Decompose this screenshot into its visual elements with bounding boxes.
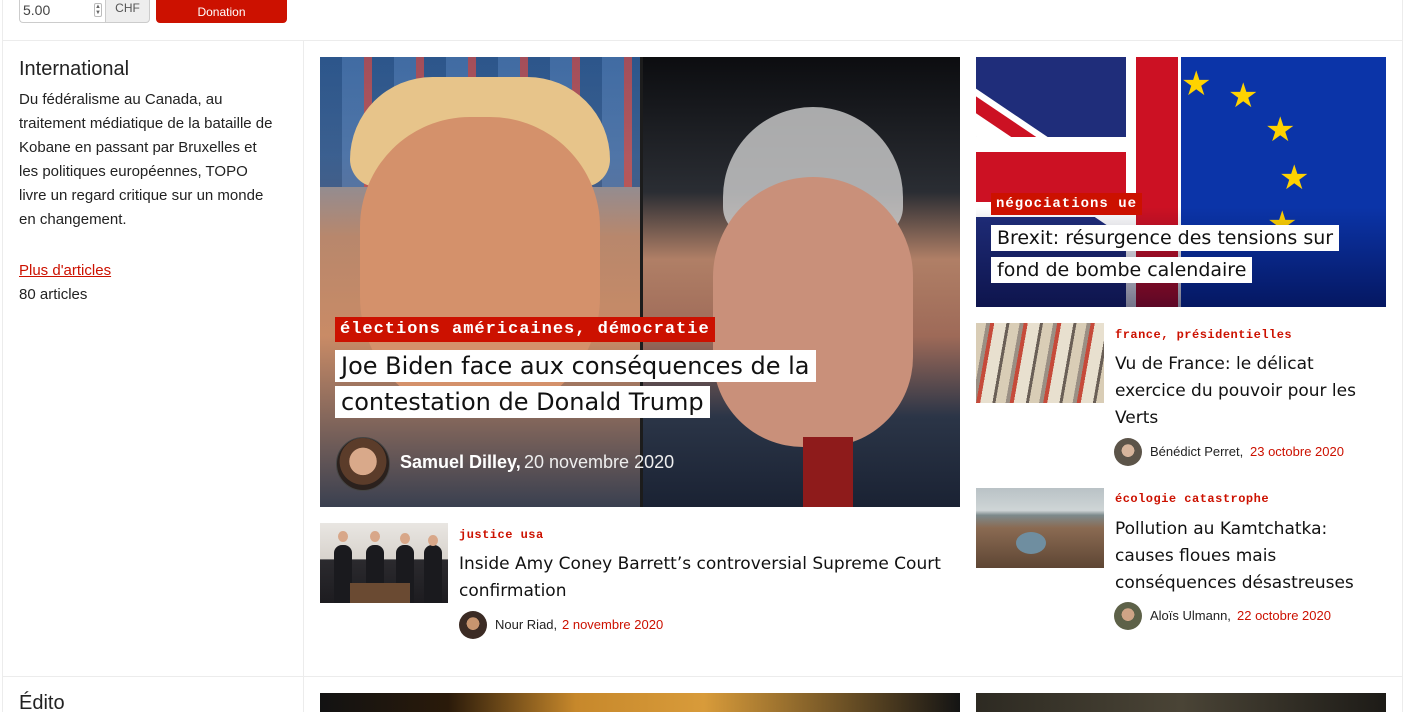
section-title: International [19, 58, 130, 80]
star-icon: ★ [1228, 77, 1259, 115]
figure-desk [350, 583, 410, 603]
article-date: 22 octobre 2020 [1237, 608, 1331, 623]
article-tag[interactable]: justice usa [459, 528, 544, 542]
article-count: 80 articles [19, 286, 88, 303]
hero-date: 20 novembre 2020 [524, 452, 675, 472]
section-description: Du fédéralisme au Canada, au traitement … [19, 91, 273, 228]
article-author[interactable]: Bénédict Perret, [1150, 444, 1243, 459]
article-title[interactable]: Vu de France: le délicat exercice du pou… [1115, 351, 1385, 432]
currency-label: CHF [105, 0, 150, 23]
figure-person [424, 545, 442, 603]
star-icon: ★ [1279, 159, 1310, 197]
hero-tag-label[interactable]: élections américaines, démocratie [335, 317, 715, 342]
figure-head [428, 535, 438, 546]
article-author[interactable]: Aloïs Ulmann, [1150, 608, 1231, 623]
donation-amount-value: 5.00 [23, 2, 51, 18]
article-title[interactable]: Inside Amy Coney Barrett’s controversial… [459, 551, 959, 605]
article-thumbnail[interactable] [320, 523, 448, 603]
donation-amount-input[interactable]: 5.00 ▲ ▼ [19, 0, 105, 23]
brexit-tag[interactable]: négociations ue [991, 193, 1143, 215]
portrait-tie [803, 437, 853, 507]
hero-title-text[interactable]: Joe Biden face aux conséquences de la co… [335, 350, 816, 418]
brexit-title[interactable]: Brexit: résurgence des tensions sur fond… [991, 222, 1371, 286]
hero-title[interactable]: Joe Biden face aux conséquences de la co… [335, 348, 855, 420]
article-thumbnail[interactable] [976, 323, 1104, 403]
divider-top [2, 40, 1403, 41]
article-image[interactable] [976, 693, 1386, 712]
figure-head [370, 531, 380, 542]
article-image[interactable] [320, 693, 960, 712]
figure-head [338, 531, 348, 542]
article-tag[interactable]: écologie catastrophe [1115, 492, 1269, 506]
star-icon: ★ [1265, 111, 1296, 149]
brexit-title-text[interactable]: Brexit: résurgence des tensions sur fond… [991, 225, 1340, 283]
hero-tag[interactable]: élections américaines, démocratie [335, 317, 715, 342]
donation-button[interactable]: Donation [156, 0, 287, 23]
avatar [1114, 438, 1142, 466]
beach-object [1016, 532, 1046, 554]
avatar [459, 611, 487, 639]
avatar [336, 437, 390, 491]
brexit-tag-label[interactable]: négociations ue [991, 193, 1143, 215]
hero-image-right [643, 57, 960, 507]
article-tag[interactable]: france, présidentielles [1115, 328, 1292, 342]
more-articles-link[interactable]: Plus d'articles [19, 262, 111, 279]
divider-bottom [2, 676, 1403, 677]
article-thumbnail[interactable] [976, 488, 1104, 568]
star-icon: ★ [1181, 65, 1212, 103]
article-author[interactable]: Nour Riad, [495, 617, 557, 632]
hero-author[interactable]: Samuel Dilley, [400, 452, 521, 473]
column-divider [303, 40, 304, 712]
article-date: 2 novembre 2020 [562, 617, 664, 632]
figure-head [400, 533, 410, 544]
hero-image[interactable] [320, 57, 960, 507]
avatar [1114, 602, 1142, 630]
article-title[interactable]: Pollution au Kamtchatka: causes floues m… [1115, 516, 1385, 597]
amount-stepper-icon[interactable]: ▲ ▼ [94, 3, 102, 17]
article-date: 23 octobre 2020 [1250, 444, 1344, 459]
next-section-title: Édito [19, 692, 65, 712]
